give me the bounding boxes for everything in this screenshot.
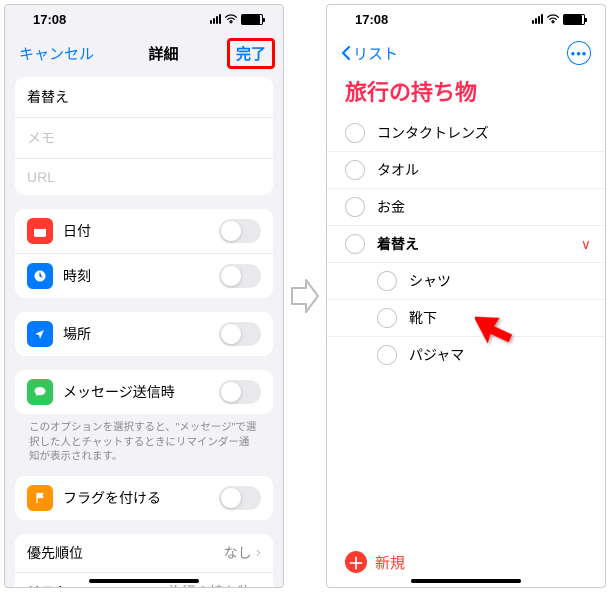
time-label: 時刻 [63, 266, 219, 286]
transition-arrow-container [290, 4, 320, 588]
flag-icon [27, 485, 53, 511]
message-label: メッセージ送信時 [63, 382, 219, 402]
message-row[interactable]: メッセージ送信時 [15, 370, 273, 414]
phone-list-screen: 17:08 リスト ••• 旅行の持ち物 コンタクトレンズ タオル お金 [326, 4, 606, 588]
more-button[interactable]: ••• [567, 41, 591, 65]
nav-title: 詳細 [148, 43, 178, 64]
ellipsis-icon: ••• [571, 46, 588, 61]
collapse-icon[interactable]: ∨ [581, 236, 605, 253]
status-time: 17:08 [355, 12, 388, 27]
title-field[interactable]: 着替え [15, 77, 273, 118]
list-item-parent[interactable]: 着替え ∨ [327, 226, 605, 263]
wifi-icon [546, 14, 560, 24]
date-toggle[interactable] [219, 219, 261, 243]
wifi-icon [224, 14, 238, 24]
checkbox-circle[interactable] [345, 160, 365, 180]
message-icon [27, 379, 53, 405]
priority-value: なし [224, 543, 252, 563]
chevron-right-icon: › [256, 583, 261, 587]
priority-row[interactable]: 優先順位 なし › [15, 534, 273, 573]
new-reminder-button[interactable]: ＋ 新規 [345, 551, 405, 573]
cancel-button[interactable]: キャンセル [13, 39, 100, 68]
message-toggle[interactable] [219, 380, 261, 404]
checkbox-circle[interactable] [377, 271, 397, 291]
back-label: リスト [353, 43, 398, 64]
reminder-list: コンタクトレンズ タオル お金 着替え ∨ シャツ 靴下 パジャマ [327, 115, 605, 587]
time-row[interactable]: 時刻 [15, 254, 273, 298]
status-icons [532, 14, 585, 25]
nav-bar: リスト ••• [327, 33, 605, 73]
item-label: シャツ [409, 271, 605, 291]
nav-bar: キャンセル 詳細 完了 [5, 33, 283, 73]
clock-icon [27, 263, 53, 289]
plus-icon: ＋ [345, 551, 367, 573]
checkbox-circle[interactable] [345, 123, 365, 143]
list-item[interactable]: お金 [327, 189, 605, 226]
signal-icon [532, 14, 543, 24]
home-indicator[interactable] [89, 579, 199, 583]
list-item[interactable]: コンタクトレンズ [327, 115, 605, 152]
chevron-right-icon: › [256, 544, 261, 562]
checkbox-circle[interactable] [345, 234, 365, 254]
checkbox-circle[interactable] [377, 345, 397, 365]
date-label: 日付 [63, 221, 219, 241]
location-label: 場所 [63, 324, 219, 344]
item-label: お金 [377, 197, 605, 217]
flag-row[interactable]: フラグを付ける [15, 476, 273, 520]
status-bar: 17:08 [327, 5, 605, 33]
signal-icon [210, 14, 221, 24]
priority-label: 優先順位 [27, 543, 224, 563]
message-card: メッセージ送信時 [15, 370, 273, 414]
flag-label: フラグを付ける [63, 488, 219, 508]
date-row[interactable]: 日付 [15, 209, 273, 254]
home-indicator[interactable] [411, 579, 521, 583]
checkbox-circle[interactable] [345, 197, 365, 217]
location-card: 場所 [15, 312, 273, 356]
item-label: コンタクトレンズ [377, 123, 605, 143]
done-button[interactable]: 完了 [236, 46, 266, 63]
battery-icon [563, 14, 585, 25]
chevron-left-icon [341, 45, 351, 61]
title-card: 着替え メモ URL [15, 77, 273, 195]
status-time: 17:08 [33, 12, 66, 27]
flag-card: フラグを付ける [15, 476, 273, 520]
phone-detail-screen: 17:08 キャンセル 詳細 完了 着替え メモ URL 日付 時刻 [4, 4, 284, 588]
item-label: 着替え [377, 234, 581, 254]
transition-arrow-icon [290, 276, 320, 316]
calendar-icon [27, 218, 53, 244]
memo-field[interactable]: メモ [15, 118, 273, 159]
list-item[interactable]: タオル [327, 152, 605, 189]
list-subitem[interactable]: パジャマ [327, 337, 605, 373]
time-toggle[interactable] [219, 264, 261, 288]
list-title: 旅行の持ち物 [327, 73, 605, 115]
done-button-highlight: 完了 [227, 38, 275, 69]
item-label: タオル [377, 160, 605, 180]
datetime-card: 日付 時刻 [15, 209, 273, 298]
back-button[interactable]: リスト [341, 43, 398, 64]
new-label: 新規 [375, 552, 405, 573]
battery-icon [241, 14, 263, 25]
location-toggle[interactable] [219, 322, 261, 346]
status-bar: 17:08 [5, 5, 283, 33]
message-hint: このオプションを選択すると、"メッセージ"で選択した人とチャットするときにリマイ… [15, 414, 273, 476]
location-row[interactable]: 場所 [15, 312, 273, 356]
location-icon [27, 321, 53, 347]
url-field[interactable]: URL [15, 159, 273, 195]
list-subitem[interactable]: シャツ [327, 263, 605, 300]
pointer-arrow-icon [475, 305, 521, 351]
flag-toggle[interactable] [219, 486, 261, 510]
detail-content: 着替え メモ URL 日付 時刻 場所 [5, 73, 283, 587]
status-icons [210, 14, 263, 25]
checkbox-circle[interactable] [377, 308, 397, 328]
list-subitem[interactable]: 靴下 [327, 300, 605, 337]
